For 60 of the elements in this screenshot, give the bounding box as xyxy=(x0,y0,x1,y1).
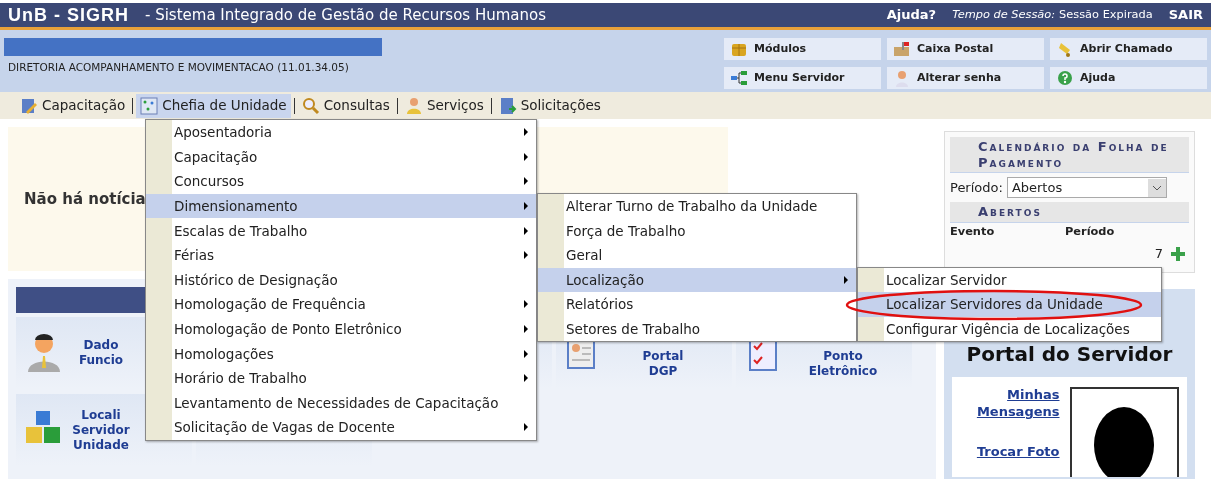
shortcut-button[interactable]: Caixa Postal xyxy=(887,38,1044,60)
table-cell-text: 7 xyxy=(1154,244,1163,263)
shortcut-button[interactable]: Abrir Chamado xyxy=(1050,38,1207,60)
app-title: - Sistema Integrado de Gestão de Recursos Humanos xyxy=(145,4,547,26)
tile-label: Funcio xyxy=(77,353,125,368)
calendar-title: Calendário da Folha de Pagamento xyxy=(950,137,1189,174)
tile-label: Portal xyxy=(641,349,685,364)
tile-label: Unidade xyxy=(72,437,130,453)
network-icon xyxy=(730,69,748,87)
plus-icon[interactable] xyxy=(1171,246,1185,261)
menu-item[interactable]: Alterar Turno de Trabalho da Unidade xyxy=(538,193,856,219)
app-logo: UnB - SIGRH xyxy=(8,3,129,27)
unit-name: DIRETORIA ACOMPANHAMENTO E MOVIMENTACAO (11.01.34.05) xyxy=(7,60,350,75)
menu-item[interactable]: Capacitação xyxy=(146,144,536,170)
session-status: Sessão Expirada xyxy=(1059,6,1153,24)
pencil-document-icon xyxy=(20,96,38,115)
tile-label: Eletrônico xyxy=(807,364,879,379)
menu-bar-item[interactable]: Consultas xyxy=(297,93,394,118)
menu-bar-item[interactable]: Chefia de Unidade xyxy=(136,93,291,118)
tile-label: Dado xyxy=(82,338,120,353)
menu-item[interactable]: Escalas de Trabalho xyxy=(146,218,536,243)
tile-label: Servidor xyxy=(71,422,131,438)
magnifier-icon xyxy=(301,96,320,115)
column-header: Evento xyxy=(950,222,996,240)
section-title: Abertos xyxy=(950,202,1189,223)
shortcut-button[interactable]: Ajuda xyxy=(1050,67,1207,89)
menu-item[interactable]: Aposentadoria xyxy=(146,120,536,145)
news-message: Não há notícia xyxy=(24,188,146,210)
menu-item[interactable]: Geral xyxy=(538,243,856,268)
tile-label: Ponto xyxy=(822,349,864,364)
period-select[interactable]: Abertos xyxy=(1006,177,1167,199)
period-label: Período: xyxy=(950,178,1003,197)
shortcut-button[interactable]: Alterar senha xyxy=(887,67,1044,89)
menu-item[interactable]: Localizar Servidor xyxy=(858,267,1161,293)
menu-item[interactable]: Histórico de Designação xyxy=(146,267,536,293)
logout-link[interactable]: SAIR xyxy=(1168,5,1203,25)
document-icon xyxy=(498,96,517,115)
menu-bar-item[interactable]: Solicitações xyxy=(494,93,605,118)
menu-bar-item[interactable]: Serviços xyxy=(400,93,488,118)
menu-bar-item[interactable]: Capacitação xyxy=(16,93,130,118)
mailbox-icon xyxy=(893,40,911,58)
menu-item[interactable]: Força de Trabalho xyxy=(538,218,856,243)
person-icon xyxy=(404,96,423,115)
shortcut-button[interactable]: Menu Servidor xyxy=(724,67,881,89)
column-header: Período xyxy=(1065,222,1116,240)
menu-item[interactable]: Férias xyxy=(146,242,536,268)
tile-label: Locali xyxy=(80,407,122,423)
portal-link[interactable]: Trocar Foto xyxy=(960,443,1060,461)
menu-item[interactable]: Concursos xyxy=(146,169,536,194)
shortcut-button[interactable]: Módulos xyxy=(724,38,881,60)
help-icon xyxy=(1056,69,1074,87)
session-label: Tempo de Sessão: xyxy=(952,6,1056,24)
help-link[interactable]: Ajuda? xyxy=(886,5,937,25)
menu-item[interactable]: Relatórios xyxy=(538,292,856,317)
portal-link[interactable]: Minhas Mensagens xyxy=(960,387,1060,420)
tile-label: DGP xyxy=(647,364,679,379)
portal-title: Portal do Servidor xyxy=(965,341,1174,369)
person-icon xyxy=(893,69,911,87)
grid-icon xyxy=(140,96,159,115)
menu-item[interactable]: Homologação de Frequência xyxy=(146,292,536,317)
